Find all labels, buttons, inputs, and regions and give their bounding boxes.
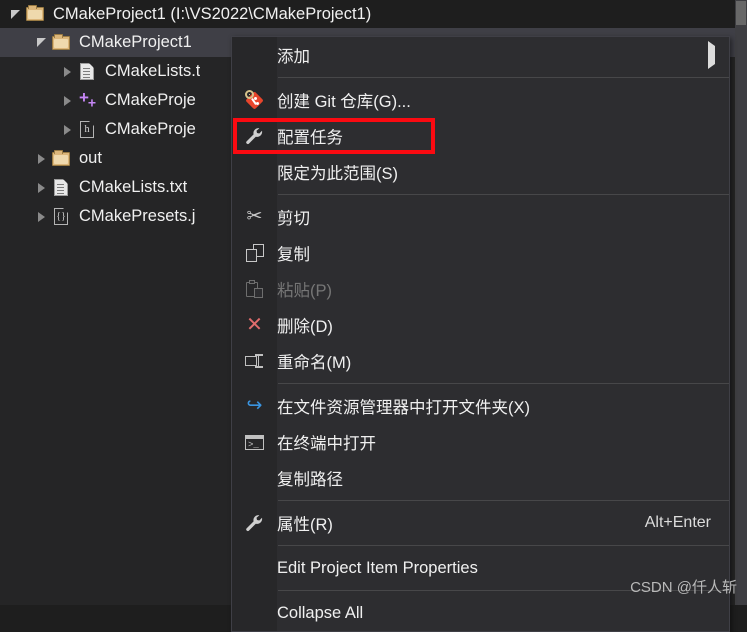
menu-item-label: 复制 — [277, 246, 310, 264]
json-file-icon: {} — [50, 207, 72, 227]
menu-item-shortcut: Alt+Enter — [644, 514, 711, 531]
chevron-right-icon — [708, 40, 729, 69]
tree-item-label: CMakeLists.t — [105, 62, 201, 80]
expander-closed-icon[interactable] — [58, 121, 76, 139]
menu-item-label: 创建 Git 仓库(G)... — [277, 93, 411, 111]
menu-item-label: 属性(R) — [277, 516, 333, 534]
tree-item-label: CMakePresets.j — [79, 207, 196, 225]
tree-item-label: CMakeLists.txt — [79, 178, 188, 196]
expander-closed-icon-glyph — [37, 153, 45, 164]
menu-item[interactable]: 限定为此范围(S) — [232, 154, 729, 190]
menu-item[interactable]: 配置任务 — [232, 118, 729, 154]
open-folder-arrow-icon: ↪ — [246, 395, 263, 416]
watermark: CSDN @仟人斩 — [630, 579, 737, 596]
text-document-icon — [50, 178, 72, 198]
menu-item[interactable]: 复制路径 — [232, 460, 729, 496]
menu-item[interactable]: 属性(R) Alt+Enter — [232, 505, 729, 541]
scissors-icon: ✂ — [246, 206, 263, 227]
cpp-source-icon: ++ — [78, 88, 96, 111]
menu-item-label: 粘贴(P) — [277, 282, 332, 300]
expander-closed-icon-glyph — [37, 211, 45, 222]
tree-row-root[interactable]: CMakeProject1 (I:\VS2022\CMakeProject1) — [0, 0, 735, 28]
wrench-icon — [232, 126, 277, 146]
tree-item-label: CMakeProject1 — [79, 33, 192, 51]
expander-open-icon-glyph — [10, 9, 20, 19]
terminal-icon: >_ — [232, 434, 277, 450]
scrollbar-thumb[interactable] — [736, 1, 746, 25]
wrench-icon — [232, 513, 277, 533]
menu-item[interactable]: 复制 — [232, 235, 729, 271]
tree-item-label: out — [79, 149, 102, 167]
delete-x-icon: ✕ — [246, 314, 263, 336]
folder-icon — [50, 149, 72, 169]
menu-item-label: 剪切 — [277, 210, 310, 228]
menu-item[interactable]: ↪ 在文件资源管理器中打开文件夹(X) — [232, 388, 729, 424]
text-document-icon — [76, 62, 98, 82]
tree-item-label: CMakeProje — [105, 91, 196, 109]
expander-closed-icon[interactable] — [32, 179, 50, 197]
menu-item[interactable]: Collapse All — [232, 595, 729, 631]
menu-item[interactable]: ✕ 删除(D) — [232, 307, 729, 343]
expander-closed-icon-glyph — [63, 95, 71, 106]
expander-closed-icon[interactable] — [58, 63, 76, 81]
menu-item-label: Collapse All — [277, 603, 364, 622]
menu-item[interactable]: 添加 — [232, 37, 729, 73]
expander-closed-icon-glyph — [63, 124, 71, 135]
folder-icon — [50, 33, 72, 53]
vertical-scrollbar[interactable] — [735, 0, 747, 605]
menu-separator — [278, 77, 729, 78]
menu-item[interactable]: 创建 Git 仓库(G)... — [232, 82, 729, 118]
git-repository-icon — [232, 90, 277, 110]
expander-open-icon-glyph — [36, 38, 46, 47]
menu-item-label: 限定为此范围(S) — [277, 165, 398, 183]
menu-item[interactable]: >_ 在终端中打开 — [232, 424, 729, 460]
menu-item-label: 重命名(M) — [277, 354, 352, 372]
menu-separator — [278, 500, 729, 501]
menu-item-label: 在终端中打开 — [277, 435, 376, 453]
expander-open-icon[interactable] — [6, 5, 24, 23]
tree-item-label: CMakeProject1 (I:\VS2022\CMakeProject1) — [53, 4, 372, 23]
menu-separator — [278, 545, 729, 546]
menu-item-label: Edit Project Item Properties — [277, 558, 478, 577]
expander-closed-icon-glyph — [63, 66, 71, 77]
menu-separator — [278, 194, 729, 195]
expander-closed-icon-glyph — [37, 182, 45, 193]
menu-separator — [278, 383, 729, 384]
folder-icon — [24, 4, 46, 24]
copy-icon — [232, 244, 277, 262]
menu-item-label: 配置任务 — [277, 129, 343, 147]
menu-item-label: 删除(D) — [277, 318, 333, 336]
tree-item-label: CMakeProje — [105, 120, 196, 138]
menu-item-label: 复制路径 — [277, 471, 343, 489]
context-menu[interactable]: 添加创建 Git 仓库(G)... 配置任务限定为此范围(S) ✂ 剪切复制粘贴(P)… — [231, 36, 730, 632]
menu-item[interactable]: 重命名(M) — [232, 343, 729, 379]
rename-icon — [232, 354, 277, 368]
menu-item[interactable]: ✂ 剪切 — [232, 199, 729, 235]
paste-icon — [232, 280, 277, 298]
expander-closed-icon[interactable] — [32, 150, 50, 168]
menu-item-label: 添加 — [277, 48, 310, 66]
expander-closed-icon[interactable] — [58, 92, 76, 110]
menu-item: 粘贴(P) — [232, 271, 729, 307]
menu-item-label: 在文件资源管理器中打开文件夹(X) — [277, 399, 530, 417]
header-file-icon: h — [76, 120, 98, 140]
expander-open-icon[interactable] — [32, 34, 50, 52]
expander-closed-icon[interactable] — [32, 208, 50, 226]
